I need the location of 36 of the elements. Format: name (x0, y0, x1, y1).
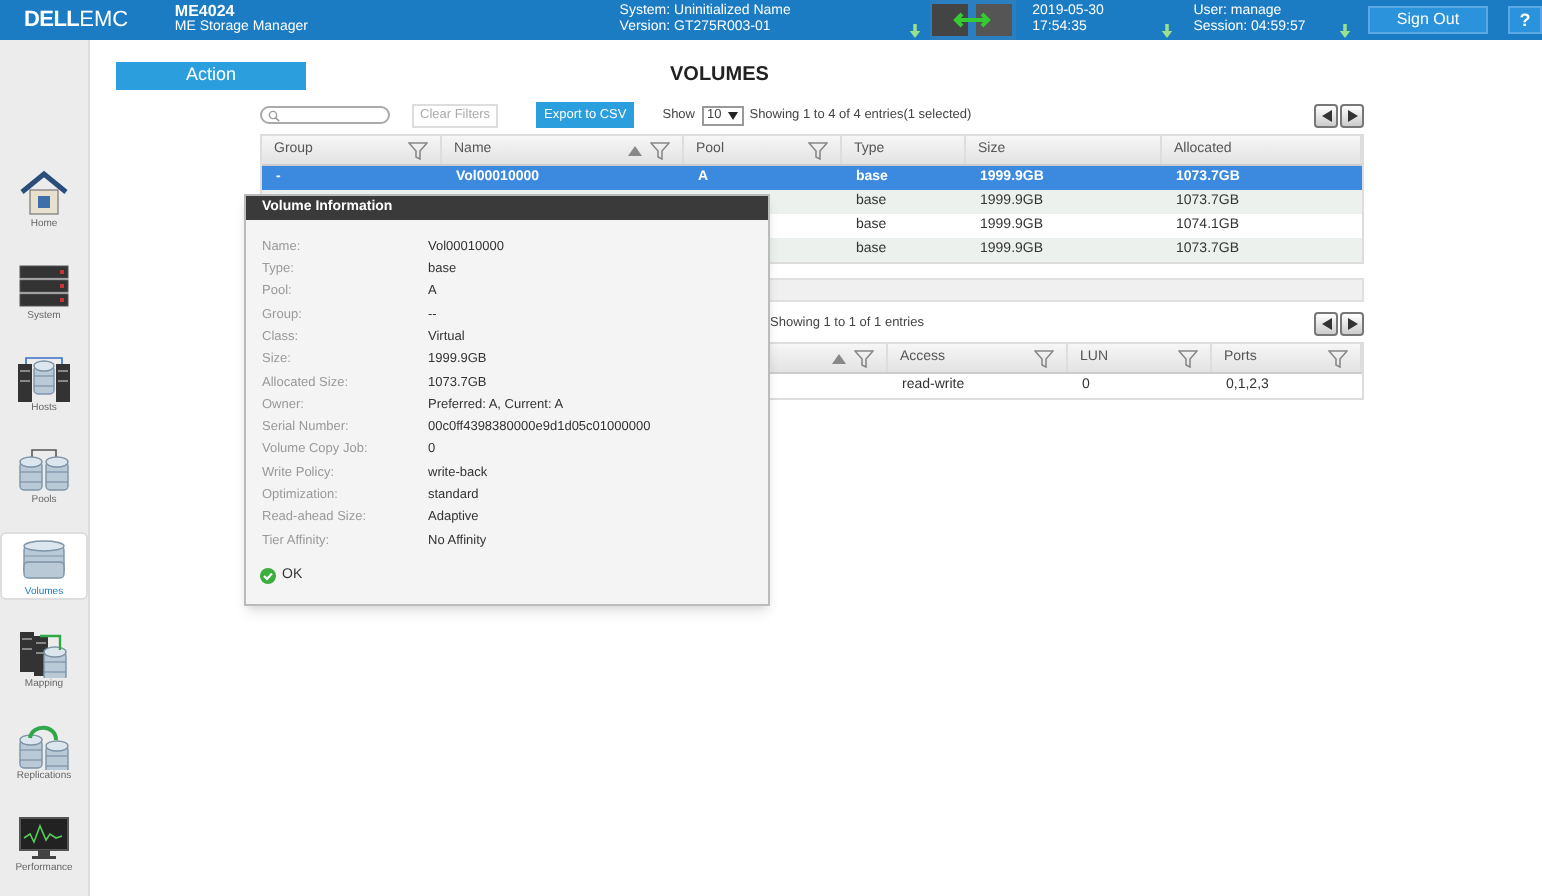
right-triangle-icon (1347, 318, 1357, 330)
left-triangle-icon (1321, 109, 1331, 121)
filter-icon[interactable] (808, 141, 828, 159)
page-title: VOLUMES (670, 62, 769, 90)
sort-ascending-icon[interactable] (832, 353, 846, 363)
logo: DELLEMC (22, 5, 131, 36)
down-arrow-icon[interactable] (1159, 24, 1174, 38)
next-page-button[interactable] (1340, 312, 1364, 336)
monitor-chart-icon (16, 811, 72, 861)
search-field[interactable] (260, 106, 390, 124)
filter-icon[interactable] (408, 141, 428, 159)
sign-out-button[interactable]: Sign Out (1368, 6, 1488, 34)
filter-icon[interactable] (854, 349, 874, 367)
dropdown-caret-icon (727, 111, 738, 119)
sort-ascending-icon[interactable] (628, 145, 642, 155)
mapping-icon (16, 627, 72, 677)
product-name: ME4024 (174, 4, 237, 20)
down-arrow-icon[interactable] (907, 24, 922, 38)
down-arrow-icon[interactable] (1338, 24, 1352, 38)
check-icon (260, 568, 276, 585)
server-rack-icon (16, 259, 72, 309)
storage-pool-icon (16, 443, 72, 493)
hosts-icon (16, 351, 72, 401)
previous-page-button[interactable] (1314, 103, 1338, 127)
enclosure-drawing[interactable] (932, 2, 1013, 38)
filter-icon[interactable] (650, 141, 670, 159)
left-triangle-icon (1321, 318, 1331, 330)
search-icon (268, 109, 280, 121)
filter-icon[interactable] (1328, 349, 1348, 367)
next-page-button[interactable] (1340, 103, 1364, 127)
right-triangle-icon (1347, 109, 1357, 121)
previous-page-button[interactable] (1314, 312, 1338, 336)
help-button[interactable]: ? (1508, 6, 1542, 34)
filter-icon[interactable] (1178, 349, 1198, 367)
filter-icon[interactable] (1034, 349, 1054, 367)
house-icon (16, 167, 72, 217)
